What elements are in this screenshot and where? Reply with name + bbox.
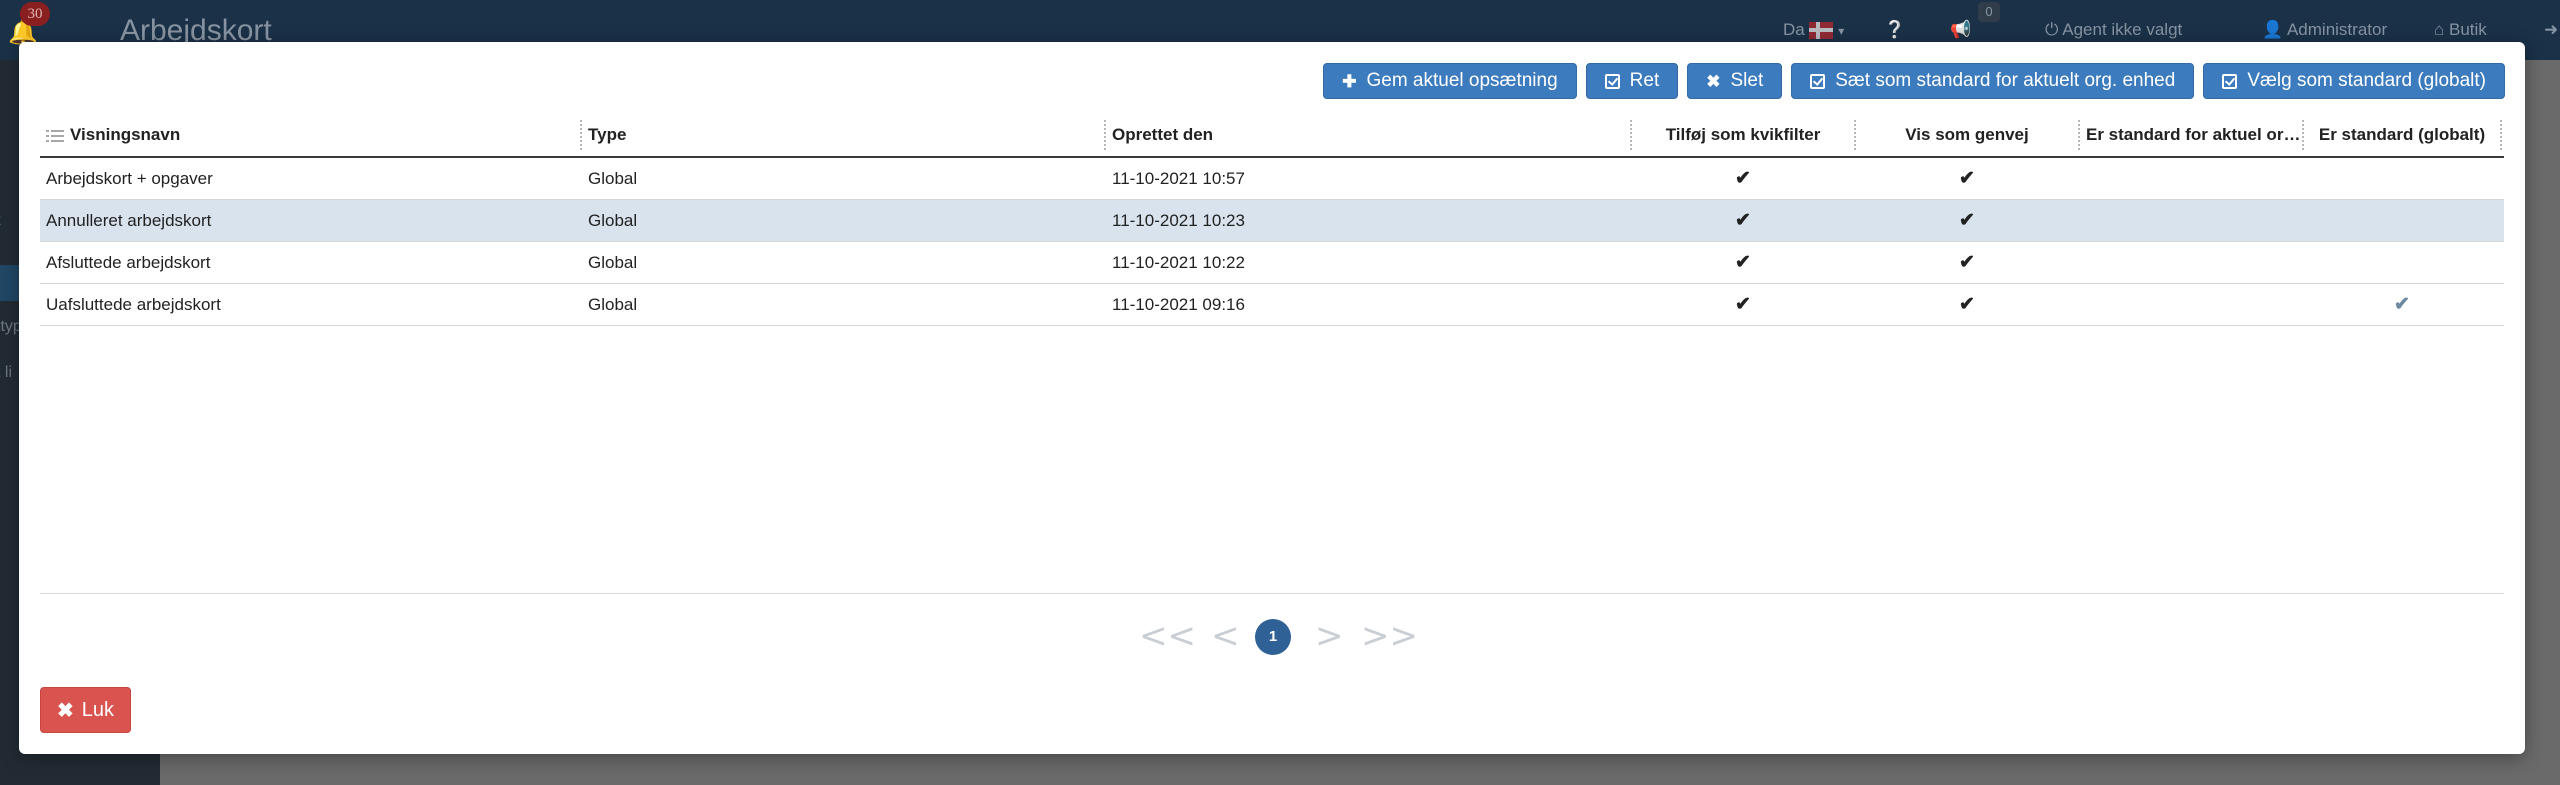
cell-type: Global bbox=[588, 253, 638, 272]
announcements-badge: 0 bbox=[1978, 2, 2000, 22]
table-row[interactable]: Afsluttede arbejdskort Global 11-10-2021… bbox=[40, 242, 2504, 284]
cell-quickfilter: ✔ bbox=[1632, 242, 1854, 283]
cell-name: Arbejdskort + opgaver bbox=[46, 169, 213, 188]
user-menu[interactable]: 👤 Administrator bbox=[2262, 20, 2387, 40]
checkmark-icon: ✔ bbox=[2394, 294, 2410, 315]
cell-shortcut: ✔ bbox=[1856, 200, 2078, 241]
edit-button[interactable]: Ret bbox=[1585, 63, 1679, 99]
list-icon bbox=[46, 129, 64, 143]
table-header: Visningsnavn Type Oprettet den Tilføj so… bbox=[40, 114, 2504, 158]
danish-flag-icon bbox=[1809, 22, 1834, 40]
delete-label: Slet bbox=[1730, 70, 1764, 91]
edit-label: Ret bbox=[1629, 70, 1660, 91]
agent-status-label: Agent ikke valgt bbox=[2062, 20, 2183, 39]
column-header-name[interactable]: Visningsnavn bbox=[40, 114, 580, 156]
next-page-button[interactable]: > bbox=[1315, 616, 1344, 656]
cell-type: Global bbox=[588, 295, 638, 314]
home-icon: ⌂ bbox=[2434, 20, 2445, 39]
close-icon: ✖ bbox=[1706, 71, 1721, 91]
shop-link[interactable]: ⌂ Butik bbox=[2434, 20, 2487, 40]
close-icon: ✖ bbox=[57, 699, 74, 722]
checkmark-icon: ✔ bbox=[1735, 168, 1751, 189]
check-square-icon bbox=[2222, 73, 2238, 89]
checkmark-icon: ✔ bbox=[1735, 252, 1751, 273]
column-resize-handle[interactable] bbox=[2500, 120, 2502, 150]
sidebar-fragment: t li bbox=[0, 364, 12, 381]
cell-type: Global bbox=[588, 169, 638, 188]
user-icon: 👤 bbox=[2262, 20, 2284, 39]
table-footer-divider bbox=[40, 593, 2504, 594]
column-header-type[interactable]: Type bbox=[582, 114, 1104, 156]
edit-check-icon bbox=[1604, 73, 1620, 89]
caret-down-icon: ▾ bbox=[1838, 24, 1845, 38]
megaphone-icon[interactable]: 📢 bbox=[1950, 20, 1971, 40]
cell-created: 11-10-2021 09:16 bbox=[1112, 295, 1245, 314]
table-row[interactable]: Annulleret arbejdskort Global 11-10-2021… bbox=[40, 200, 2504, 242]
cell-global-default: ✔ bbox=[2304, 284, 2500, 325]
cell-created: 11-10-2021 10:22 bbox=[1112, 253, 1245, 272]
column-name-label: Visningsnavn bbox=[70, 125, 181, 144]
cell-shortcut: ✔ bbox=[1856, 284, 2078, 325]
cell-quickfilter: ✔ bbox=[1632, 284, 1854, 325]
column-header-global-default[interactable]: Er standard (globalt) bbox=[2304, 114, 2500, 156]
cell-created: 11-10-2021 10:57 bbox=[1112, 169, 1245, 188]
check-square-icon bbox=[1810, 73, 1826, 89]
delete-button[interactable]: ✖ Slet bbox=[1687, 63, 1783, 99]
cell-quickfilter: ✔ bbox=[1632, 158, 1854, 199]
checkmark-icon: ✔ bbox=[1959, 210, 1975, 231]
cell-quickfilter: ✔ bbox=[1632, 200, 1854, 241]
last-page-button[interactable]: >> bbox=[1361, 616, 1418, 656]
table-row[interactable]: Uafsluttede arbejdskort Global 11-10-202… bbox=[40, 284, 2504, 326]
set-org-default-label: Sæt som standard for aktuelt org. enhed bbox=[1835, 70, 2176, 91]
close-button[interactable]: ✖ Luk bbox=[40, 687, 132, 733]
current-page-indicator[interactable]: 1 bbox=[1255, 619, 1291, 655]
agent-status[interactable]: ⏻ Agent ikke valgt bbox=[2045, 20, 2182, 40]
power-icon: ⏻ bbox=[2045, 20, 2059, 39]
prev-page-button[interactable]: < bbox=[1211, 616, 1240, 656]
column-header-created[interactable]: Oprettet den bbox=[1106, 114, 1630, 156]
language-label: Da bbox=[1783, 20, 1805, 39]
table-row[interactable]: Arbejdskort + opgaver Global 11-10-2021 … bbox=[40, 158, 2504, 200]
set-global-default-label: Vælg som standard (globalt) bbox=[2247, 70, 2486, 91]
checkmark-icon: ✔ bbox=[1959, 252, 1975, 273]
pagination: << < 1 > >> bbox=[19, 616, 2525, 656]
first-page-button[interactable]: << bbox=[1139, 616, 1196, 656]
save-current-setup-label: Gem aktuel opsætning bbox=[1366, 70, 1558, 91]
user-name: Administrator bbox=[2286, 20, 2388, 39]
cell-name: Uafsluttede arbejdskort bbox=[46, 295, 221, 314]
set-org-default-button[interactable]: Sæt som standard for aktuelt org. enhed bbox=[1791, 63, 2195, 99]
checkmark-icon: ✔ bbox=[1735, 294, 1751, 315]
cell-name: Afsluttede arbejdskort bbox=[46, 253, 211, 272]
saved-views-dialog: ✚ Gem aktuel opsætning Ret ✖ Slet Sæt so… bbox=[19, 42, 2525, 754]
logout-icon[interactable]: ➜ bbox=[2544, 20, 2558, 40]
notifications-badge: 30 bbox=[20, 2, 50, 26]
cell-shortcut: ✔ bbox=[1856, 158, 2078, 199]
column-header-quickfilter[interactable]: Tilføj som kvikfilter bbox=[1632, 114, 1854, 156]
language-selector[interactable]: Da ▾ bbox=[1783, 20, 1844, 40]
cell-type: Global bbox=[588, 211, 638, 230]
cell-shortcut: ✔ bbox=[1856, 242, 2078, 283]
checkmark-icon: ✔ bbox=[1735, 210, 1751, 231]
column-header-shortcut[interactable]: Vis som genvej bbox=[1856, 114, 2078, 156]
column-header-org-default[interactable]: Er standard for aktuel org. enhed bbox=[2080, 114, 2302, 156]
shop-label: Butik bbox=[2449, 20, 2487, 39]
dialog-toolbar: ✚ Gem aktuel opsætning Ret ✖ Slet Sæt so… bbox=[1323, 63, 2505, 99]
checkmark-icon: ✔ bbox=[1959, 168, 1975, 189]
cell-name: Annulleret arbejdskort bbox=[46, 211, 212, 230]
set-global-default-button[interactable]: Vælg som standard (globalt) bbox=[2203, 63, 2505, 99]
views-table: Visningsnavn Type Oprettet den Tilføj so… bbox=[40, 114, 2504, 326]
cell-created: 11-10-2021 10:23 bbox=[1112, 211, 1245, 230]
save-current-setup-button[interactable]: ✚ Gem aktuel opsætning bbox=[1323, 63, 1577, 99]
plus-icon: ✚ bbox=[1342, 71, 1357, 91]
close-label: Luk bbox=[81, 698, 115, 721]
help-icon[interactable]: ❔ bbox=[1884, 20, 1905, 40]
checkmark-icon: ✔ bbox=[1959, 294, 1975, 315]
